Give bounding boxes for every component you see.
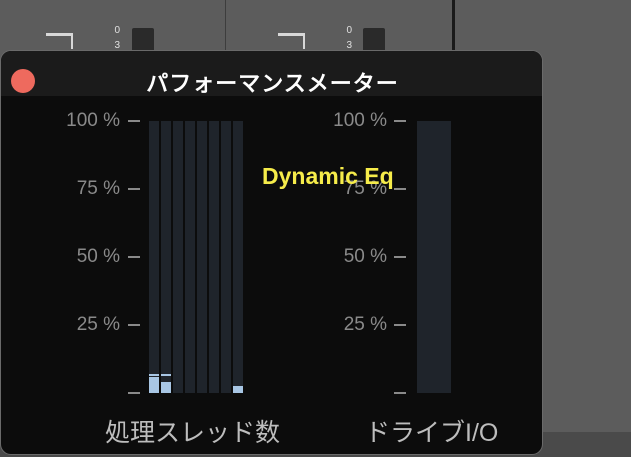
- performance-meter-window: パフォーマンスメーター 100 % 75 % 50 % 25 % 100 % 75 % 50…: [0, 50, 543, 455]
- meter-scale-tick: [128, 324, 140, 326]
- thread-meter-column: [233, 121, 243, 393]
- thread-meter-fill: [161, 382, 171, 393]
- thread-meter-fill: [149, 376, 159, 393]
- thread-meter-column: [161, 121, 171, 393]
- meter-scale-label: 25 %: [76, 314, 120, 335]
- meter-scale-label: 75 %: [76, 178, 120, 199]
- window-title: パフォーマンスメーター: [146, 71, 399, 96]
- thread-meter-column: [185, 121, 195, 393]
- meter-scale-tick: [128, 188, 140, 190]
- meter-scale-label: 100 %: [66, 110, 120, 131]
- thread-meter-column: [221, 121, 231, 393]
- meter-scale-tick: [394, 256, 406, 258]
- meter-scale-label: 0: [346, 25, 352, 36]
- meter-scale-tick: [394, 120, 406, 122]
- thread-meter-peak: [161, 374, 171, 377]
- drive-io-meter-caption: ドライブI/O: [365, 419, 499, 447]
- meter-scale-label: 100 %: [333, 110, 387, 131]
- meter-scale-label: 0: [114, 25, 120, 36]
- meter-scale-tick: [128, 120, 140, 122]
- meter-scale-tick: [128, 256, 140, 258]
- thread-meter-column: [209, 121, 219, 393]
- fader-stem: [71, 33, 73, 49]
- meter-scale-label: 50 %: [343, 246, 387, 267]
- thread-meter-column: [149, 121, 159, 393]
- thread-meter-fill: [233, 386, 243, 393]
- fader-handle[interactable]: [278, 33, 304, 36]
- thread-meter-column: [197, 121, 207, 393]
- fader-handle[interactable]: [46, 33, 72, 36]
- thread-meter-column: [173, 121, 183, 393]
- meter-scale-label: 25 %: [343, 314, 387, 335]
- plugin-name-label: Dynamic Eq: [262, 163, 394, 189]
- meter-scale-tick: [128, 392, 140, 394]
- thread-meter-peak: [149, 374, 159, 377]
- drive-io-meter: [417, 121, 451, 393]
- window-titlebar[interactable]: パフォーマンスメーター: [1, 51, 542, 96]
- meter-scale-label: 50 %: [76, 246, 120, 267]
- meter-scale-tick: [394, 188, 406, 190]
- threads-meter-caption: 処理スレッド数: [105, 419, 281, 447]
- meter-scale-tick: [394, 324, 406, 326]
- fader-stem: [303, 33, 305, 49]
- meter-scale-tick: [394, 392, 406, 394]
